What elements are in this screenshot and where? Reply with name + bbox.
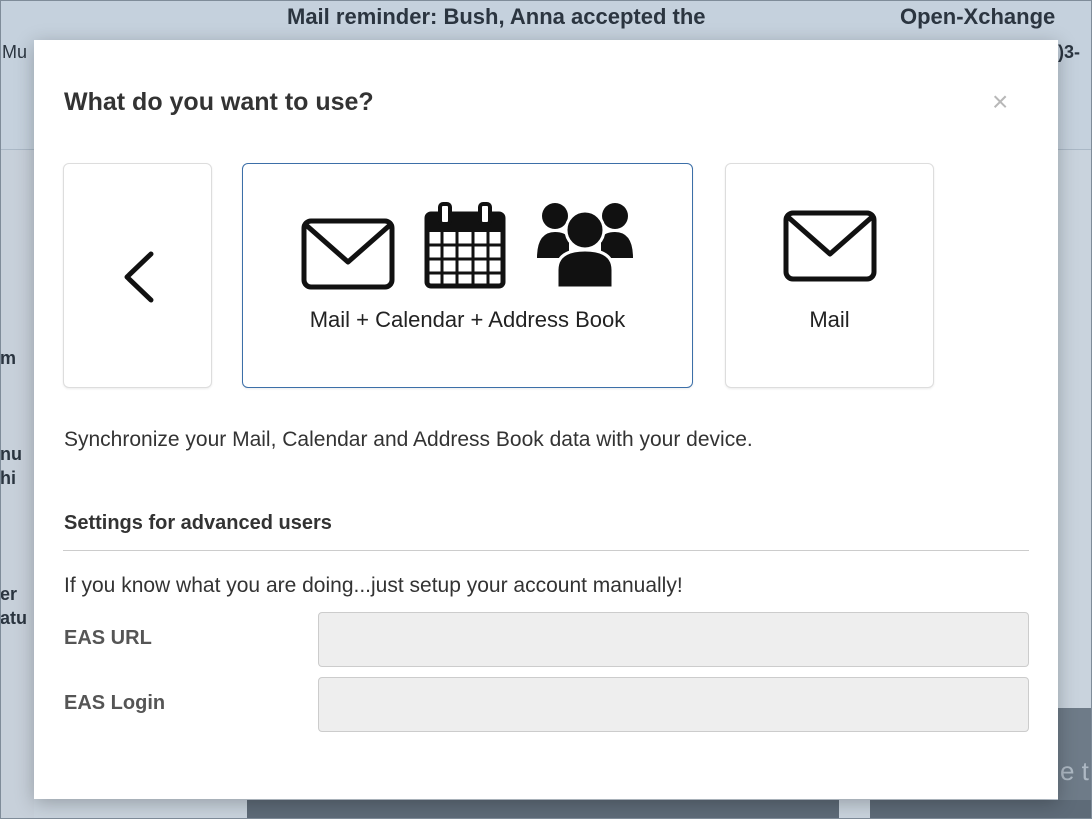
option-icons	[243, 198, 692, 290]
background-date-snippet: )3-	[1058, 42, 1080, 62]
option-description: Synchronize your Mail, Calendar and Addr…	[64, 428, 753, 451]
chevron-left-icon	[124, 251, 154, 303]
back-option-tile[interactable]	[63, 163, 212, 388]
eas-url-field[interactable]	[318, 612, 1029, 667]
background-app-name: Open-Xchange	[900, 4, 1056, 29]
background-bottom-bar	[247, 800, 839, 819]
option-label: Mail + Calendar + Address Book	[309, 307, 626, 332]
option-label: Mail	[809, 307, 850, 332]
setup-dialog: What do you want to use? × Mail + Calend…	[34, 40, 1058, 799]
option-icons	[726, 210, 933, 282]
envelope-icon	[301, 218, 394, 290]
eas-login-label: EAS Login	[64, 692, 166, 714]
background-side-text: nu	[0, 444, 22, 464]
background-mail-subject: Mail reminder: Bush, Anna accepted the	[287, 4, 706, 29]
advanced-settings-heading: Settings for advanced users	[64, 512, 332, 534]
people-icon	[536, 203, 633, 290]
eas-url-label: EAS URL	[64, 627, 152, 649]
background-side-text: atu	[0, 608, 27, 628]
background-side-text: hi	[0, 468, 16, 488]
background-left-panel: m nu hi er atu	[0, 150, 34, 819]
background-side-text: er	[0, 584, 18, 604]
close-button[interactable]: ×	[992, 88, 1008, 116]
calendar-icon	[424, 202, 505, 289]
divider	[63, 550, 1029, 551]
eas-login-field[interactable]	[318, 677, 1029, 732]
background-left-snippet: Mu	[2, 42, 28, 62]
dialog-title: What do you want to use?	[64, 88, 374, 116]
envelope-icon	[783, 210, 876, 282]
background-bottom-bar	[870, 800, 1092, 819]
option-mail[interactable]: Mail	[725, 163, 934, 388]
option-mail-calendar-addressbook[interactable]: Mail + Calendar + Address Book	[242, 163, 693, 388]
background-side-text: m	[0, 348, 17, 368]
advanced-settings-description: If you know what you are doing...just se…	[64, 574, 683, 597]
background-right-snippet: e t	[1060, 756, 1089, 786]
